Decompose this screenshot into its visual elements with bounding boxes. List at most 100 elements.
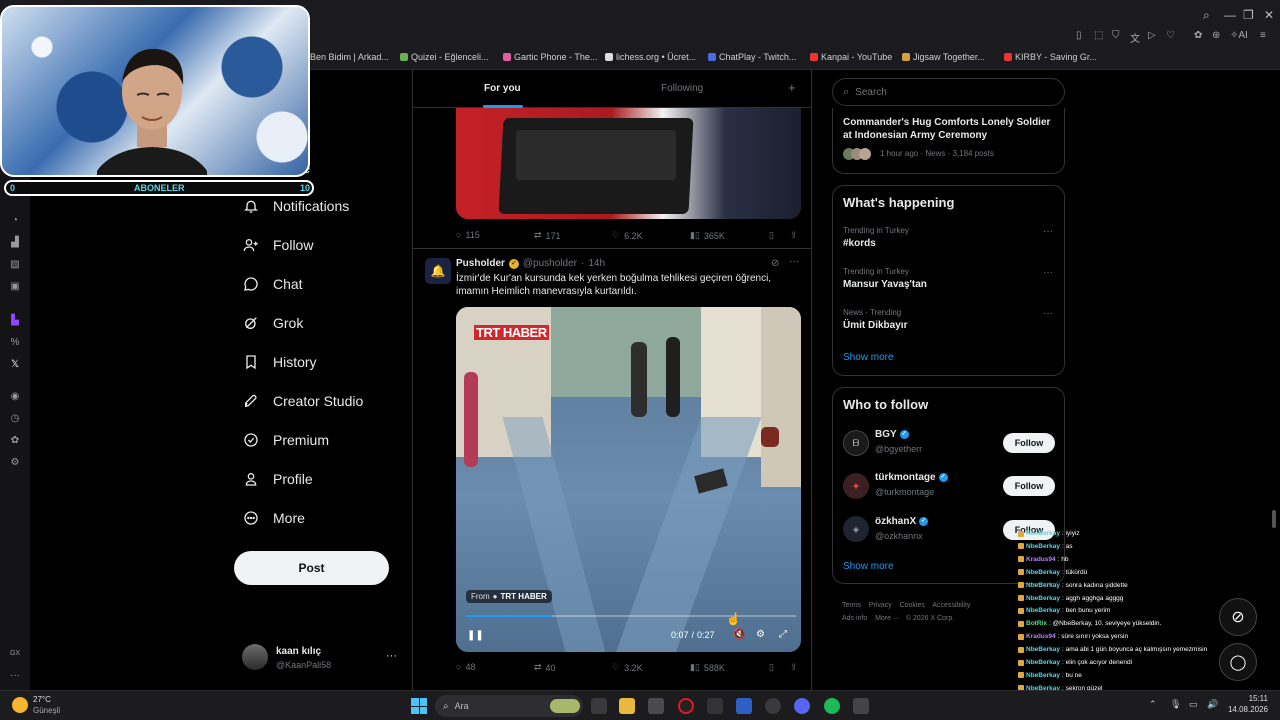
trend-item[interactable]: Trending in Turkey Mansur Yavaş'tan ··· [843, 267, 1058, 297]
discord-icon[interactable] [794, 698, 810, 714]
clock-time[interactable]: 15:11 [1228, 694, 1268, 703]
speed-dial-icon[interactable]: ◔ [9, 215, 21, 226]
trend-more-icon[interactable]: ··· [1043, 267, 1053, 278]
trend-item[interactable]: News · Trending Ümit Dikbayır ··· [843, 308, 1058, 338]
nav-item-profile[interactable]: Profile [242, 470, 313, 488]
menu-icon[interactable]: ≡ [1260, 30, 1266, 41]
reply-button[interactable]: ○ 115 [456, 230, 480, 240]
display-icon[interactable]: ▭ [1189, 699, 1198, 710]
profile-lock-icon[interactable]: ⊛ [1212, 30, 1220, 41]
follow-button[interactable]: Follow [1003, 476, 1055, 496]
tweet-more-icon[interactable]: ··· [789, 256, 799, 267]
mute-icon[interactable]: 🔇 [733, 629, 745, 640]
search-input[interactable] [855, 86, 1036, 98]
share-button[interactable]: ⇪ [790, 230, 798, 241]
task-view-icon[interactable] [591, 698, 607, 714]
epic-games-icon[interactable] [707, 698, 723, 714]
messages-float-button[interactable]: ◯ [1219, 643, 1257, 681]
post-button[interactable]: Post [234, 551, 389, 585]
bookmark-item[interactable]: lichess.org • Ücret... [605, 52, 696, 62]
suggested-avatar[interactable]: ◈ [843, 516, 869, 542]
heart-icon[interactable]: ♡ [1166, 30, 1175, 41]
video-source-tag[interactable]: From ● TRT HABER [466, 590, 552, 603]
bookmark-item[interactable]: Kanpai - YouTube [810, 52, 892, 62]
show-more-link[interactable]: Show more [843, 561, 894, 572]
nav-item-follow[interactable]: Follow [242, 236, 313, 254]
footer-link[interactable]: More ··· [875, 615, 900, 622]
show-more-link[interactable]: Show more [843, 352, 894, 363]
tweet-time[interactable]: 14h [588, 258, 605, 269]
file-explorer-icon[interactable] [619, 698, 635, 714]
nav-item-history[interactable]: History [242, 353, 317, 371]
nav-item-notifications[interactable]: Notifications [242, 197, 349, 215]
twitch-icon[interactable]: ▙ [9, 315, 21, 326]
discount-icon[interactable]: % [9, 337, 21, 348]
pause-button[interactable]: ❚❚ [467, 630, 484, 641]
ai-assistant-icon[interactable]: ✧AI [1230, 30, 1248, 41]
extensions-icon[interactable]: ✿ [9, 435, 21, 446]
footer-link[interactable]: Ads info [842, 615, 867, 622]
nav-item-creator-studio[interactable]: Creator Studio [242, 392, 363, 410]
suggested-name[interactable]: BGY ✓ [875, 429, 909, 440]
player-icon[interactable]: ▣ [9, 281, 21, 292]
more-icon[interactable]: ··· [9, 670, 21, 681]
taskbar-search[interactable]: ⌕ Ara [435, 695, 583, 717]
weather-sun-icon[interactable] [12, 697, 28, 713]
reply-button[interactable]: ○ 48 [456, 662, 475, 672]
store-icon[interactable] [648, 698, 664, 714]
settings-icon[interactable]: ⚙ [9, 457, 21, 468]
microphone-icon[interactable]: 🎙 [1170, 699, 1181, 710]
footer-link[interactable]: Terms [842, 602, 861, 609]
translate-icon[interactable]: 文 [1130, 30, 1140, 45]
bookmark-button[interactable]: ▯ [769, 230, 774, 241]
suggested-avatar[interactable]: ✦ [843, 473, 869, 499]
trend-more-icon[interactable]: ··· [1043, 226, 1053, 237]
nav-item-chat[interactable]: Chat [242, 275, 303, 293]
clock-icon[interactable]: ◷ [9, 413, 21, 424]
minimize-icon[interactable]: — [1224, 8, 1236, 22]
play-circle-icon[interactable]: ◉ [9, 391, 21, 402]
tray-chevron-icon[interactable]: ⌃ [1149, 699, 1157, 710]
nav-item-premium[interactable]: Premium [242, 431, 329, 449]
suggested-name[interactable]: özkhanX ✓ [875, 516, 929, 527]
account-avatar[interactable] [242, 644, 268, 670]
repost-button[interactable]: ⇄ 40 [534, 662, 556, 673]
footer-link[interactable]: Cookies [900, 602, 925, 609]
grok-float-button[interactable]: ⊘ [1219, 598, 1257, 636]
bookmark-button[interactable]: ▯ [769, 662, 774, 673]
weather-temp[interactable]: 27°C [33, 695, 51, 704]
settings-icon[interactable]: ⚙ [756, 629, 765, 640]
trend-more-icon[interactable]: ··· [1043, 308, 1053, 319]
tab-following[interactable]: Following [661, 83, 703, 94]
tweet-video[interactable]: TRT HABER From ● TRT HABER ❚❚ 0:07 / 0:2… [456, 307, 801, 652]
restore-icon[interactable]: ❐ [1243, 8, 1254, 22]
gx-icon[interactable]: GX [9, 650, 21, 657]
views-button[interactable]: ▮▯ 365K [690, 230, 725, 241]
nav-item-grok[interactable]: Grok [242, 314, 303, 332]
bookmark-item[interactable]: Gartic Phone - The... [503, 52, 597, 62]
grok-explain-icon[interactable]: ⊘ [771, 258, 779, 269]
app-icon[interactable] [736, 698, 752, 714]
shield-icon[interactable]: ⛉ [1112, 30, 1120, 41]
account-more-icon[interactable]: ··· [386, 650, 397, 662]
page-scrollbar[interactable] [1272, 510, 1276, 528]
tab-for-you[interactable]: For you [484, 83, 521, 94]
account-name[interactable]: kaan kılıç [276, 646, 321, 657]
bookmark-item[interactable]: Ben Bidim | Arkad... [310, 52, 389, 62]
views-button[interactable]: ▮▯ 588K [690, 662, 725, 673]
add-tab-icon[interactable]: + [788, 80, 796, 95]
tweet-author[interactable]: Pusholder [456, 258, 505, 269]
video-progress-track[interactable] [466, 615, 796, 617]
extensions-icon[interactable]: ✿ [1194, 30, 1202, 41]
obs-icon[interactable] [853, 698, 869, 714]
close-icon[interactable]: ✕ [1264, 8, 1274, 22]
x-icon[interactable]: 𝕏 [9, 359, 21, 370]
nav-item-more[interactable]: More [242, 509, 305, 527]
wallet-icon[interactable]: ▨ [9, 259, 21, 270]
search-icon[interactable]: ⌕ [1203, 8, 1210, 23]
fullscreen-icon[interactable]: ⤢ [779, 629, 787, 640]
suggested-name[interactable]: türkmontage ✓ [875, 472, 948, 483]
like-button[interactable]: ♡ 3.2K [612, 662, 643, 673]
bookmark-page-icon[interactable]: ▯ [1076, 30, 1082, 41]
pusholder-avatar[interactable]: 🔔 [425, 258, 451, 284]
